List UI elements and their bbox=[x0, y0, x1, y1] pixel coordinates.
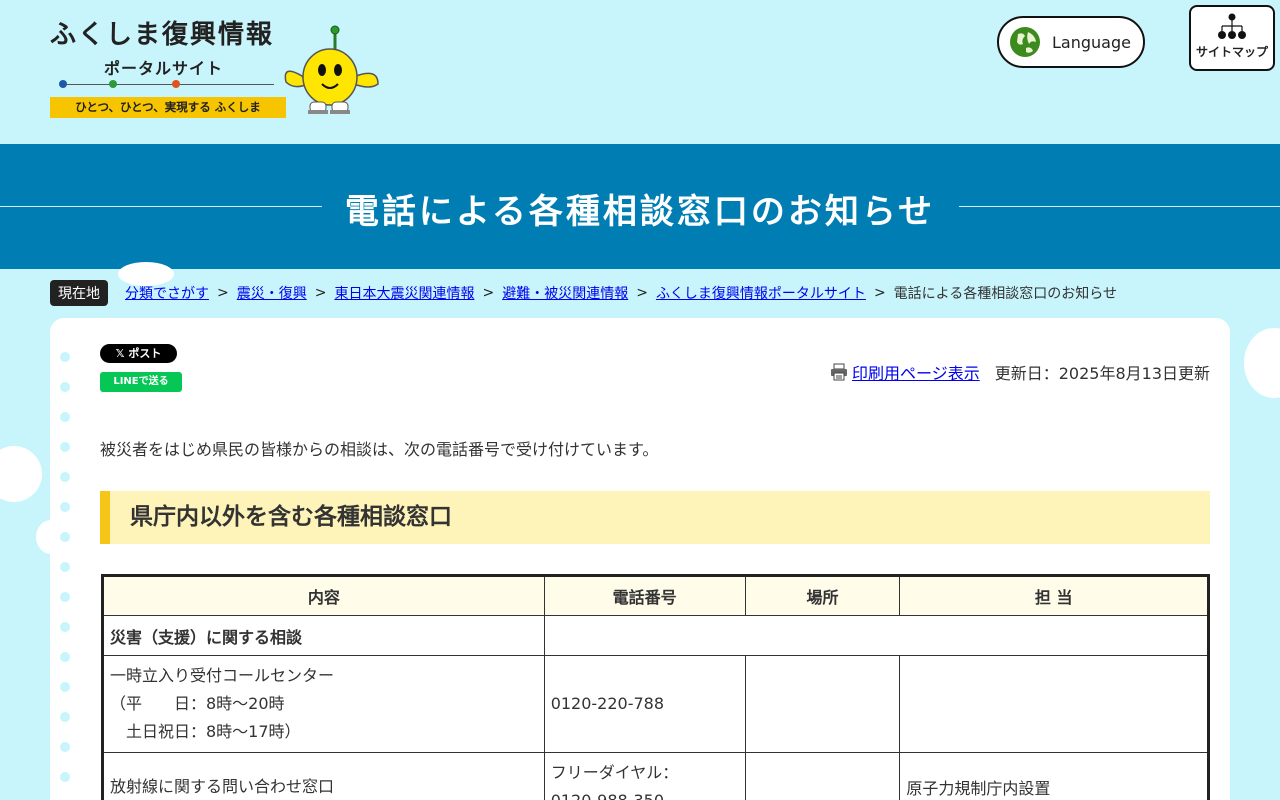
breadcrumb: 現在地 分類でさがす > 震災・復興 > 東日本大震災関連情報 > 避難・被災関… bbox=[50, 280, 1117, 306]
table-header-row: 内容 電話番号 場所 担 当 bbox=[102, 575, 1209, 616]
logo-subtitle: ポータルサイト bbox=[104, 59, 224, 78]
print-page-link[interactable]: 印刷用ページ表示 bbox=[852, 360, 980, 384]
page-title-banner: 電話による各種相談窓口のお知らせ bbox=[0, 144, 1280, 269]
category-cell: 災害（支援）に関する相談 bbox=[102, 615, 545, 656]
breadcrumb-separator: > bbox=[314, 285, 327, 301]
table-row: 一時立入り受付コールセンター （平 日：8時～20時 土日祝日：8時～17時） … bbox=[102, 655, 1209, 753]
content-cell: 一時立入り受付コールセンター （平 日：8時～20時 土日祝日：8時～17時） bbox=[102, 655, 545, 753]
phone-label: フリーダイヤル： bbox=[550, 763, 679, 782]
mascot-icon bbox=[284, 25, 379, 114]
table-row: 放射線に関する問い合わせ窓口 フリーダイヤル： 0120-988-350 原子力… bbox=[102, 752, 1209, 800]
place-cell bbox=[744, 655, 901, 753]
card-dot-border bbox=[60, 352, 70, 800]
breadcrumb-here-badge: 現在地 bbox=[50, 280, 108, 306]
section-heading: 県庁内以外を含む各種相談窓口 bbox=[100, 491, 1210, 544]
cell-line: （平 日：8時～20時 bbox=[110, 694, 285, 713]
intro-text: 被災者をはじめ県民の皆様からの相談は、次の電話番号で受け付けています。 bbox=[100, 440, 659, 459]
breadcrumb-link[interactable]: 震災・復興 bbox=[237, 283, 307, 303]
sitemap-label: サイトマップ bbox=[1195, 45, 1268, 59]
site-header: ふくしま復興情報 ポータルサイト ひとつ、ひとつ、実現する ふくしま Langu… bbox=[0, 0, 1280, 144]
globe-icon bbox=[1010, 27, 1040, 57]
x-post-button[interactable]: 𝕏 ポスト bbox=[100, 344, 177, 363]
breadcrumb-link[interactable]: ふくしま復興情報ポータルサイト bbox=[656, 283, 866, 303]
breadcrumb-current: 電話による各種相談窓口のお知らせ bbox=[893, 286, 1117, 302]
cell-line: 放射線に関する問い合わせ窓口 bbox=[110, 777, 335, 796]
logo-dot-orange bbox=[172, 80, 180, 88]
phone-cell: 0120-220-788 bbox=[543, 655, 746, 753]
content-card: 𝕏 ポスト LINEで送る 印刷用ページ表示 更新日：2025年8月13日更新 … bbox=[50, 318, 1230, 800]
column-header: 場所 bbox=[744, 575, 901, 616]
section-heading-text: 県庁内以外を含む各種相談窓口 bbox=[130, 504, 452, 530]
breadcrumb-link[interactable]: 分類でさがす bbox=[125, 283, 209, 303]
logo-title: ふくしま復興情報 bbox=[50, 20, 275, 50]
logo-divider bbox=[60, 84, 274, 85]
cell-line: 土日祝日：8時～17時） bbox=[110, 722, 301, 741]
cloud-decoration bbox=[1244, 328, 1280, 398]
updated-date: 更新日：2025年8月13日更新 bbox=[994, 364, 1210, 383]
phone-number: 0120-220-788 bbox=[550, 694, 665, 713]
content-cell: 放射線に関する問い合わせ窓口 bbox=[102, 752, 545, 800]
place-cell bbox=[744, 752, 901, 800]
phone-number: 0120-988-350 bbox=[551, 787, 739, 800]
breadcrumb-link[interactable]: 避難・被災関連情報 bbox=[502, 283, 628, 303]
cloud-decoration bbox=[0, 446, 42, 502]
breadcrumb-separator: > bbox=[636, 285, 648, 301]
page-title: 電話による各種相談窓口のお知らせ bbox=[344, 192, 936, 232]
breadcrumb-separator: > bbox=[482, 285, 495, 301]
cell-line: 一時立入り受付コールセンター bbox=[110, 666, 335, 685]
language-label: Language bbox=[1052, 32, 1131, 52]
line-share-button[interactable]: LINEで送る bbox=[100, 372, 182, 392]
logo-dot-blue bbox=[59, 80, 67, 88]
category-empty-cell bbox=[543, 615, 1210, 656]
owner-cell bbox=[899, 655, 1209, 753]
printer-icon bbox=[831, 363, 848, 381]
column-header: 内容 bbox=[102, 575, 545, 616]
column-header: 電話番号 bbox=[543, 575, 746, 616]
page-tools: 印刷用ページ表示 更新日：2025年8月13日更新 bbox=[830, 360, 1210, 384]
logo-tagline: ひとつ、ひとつ、実現する ふくしま bbox=[50, 97, 286, 118]
site-logo[interactable]: ふくしま復興情報 ポータルサイト ひとつ、ひとつ、実現する ふくしま bbox=[50, 14, 290, 120]
sitemap-button[interactable]: サイトマップ bbox=[1189, 5, 1275, 71]
breadcrumb-separator: > bbox=[217, 285, 229, 301]
consultation-table: 内容 電話番号 場所 担 当 災害（支援）に関する相談 一時立入り受付コールセン… bbox=[101, 574, 1210, 800]
sitemap-icon bbox=[1218, 13, 1246, 39]
owner-cell: 原子力規制庁内設置 bbox=[899, 752, 1209, 800]
logo-dot-green bbox=[109, 80, 117, 88]
breadcrumb-link[interactable]: 東日本大震災関連情報 bbox=[334, 283, 474, 303]
phone-cell: フリーダイヤル： 0120-988-350 bbox=[543, 752, 746, 800]
column-header: 担 当 bbox=[899, 575, 1209, 616]
table-category-row: 災害（支援）に関する相談 bbox=[102, 615, 1210, 656]
breadcrumb-separator: > bbox=[873, 285, 886, 301]
language-button[interactable]: Language bbox=[997, 16, 1145, 68]
